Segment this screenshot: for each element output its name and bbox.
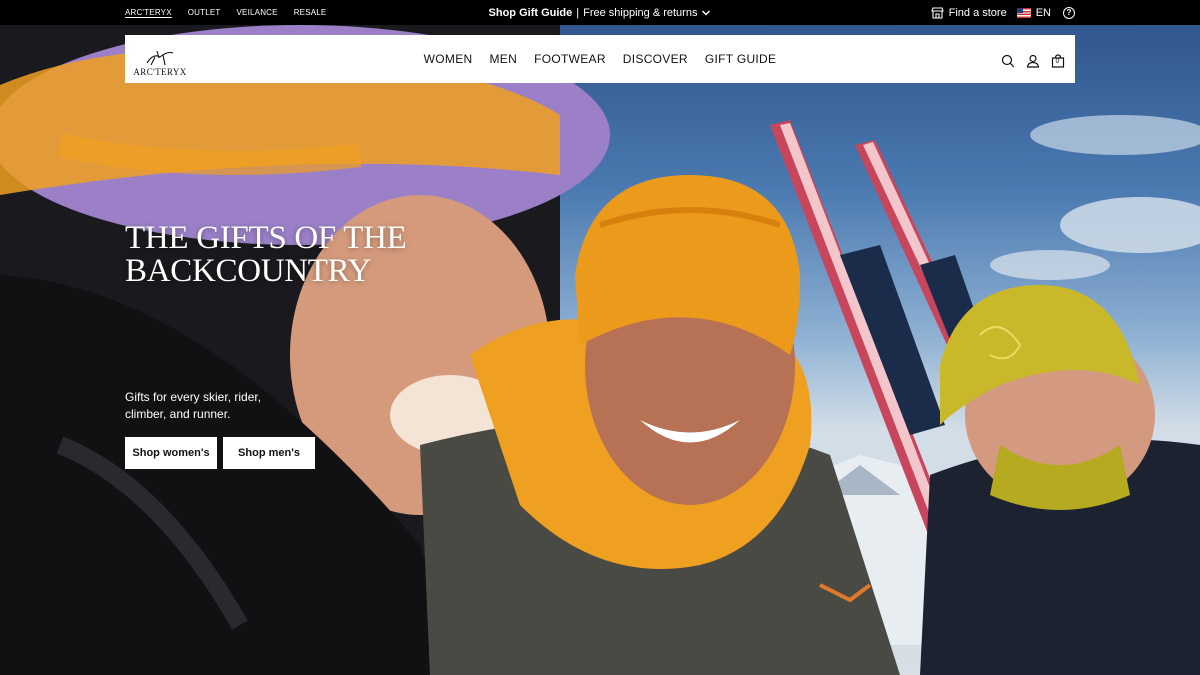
nav-item-men[interactable]: MEN xyxy=(489,52,517,66)
headline-line-1: THE GIFTS OF THE xyxy=(125,220,407,256)
find-store-label: Find a store xyxy=(948,6,1007,19)
hero-subtext: Gifts for every skier, rider, climber, a… xyxy=(125,390,262,421)
nav-item-women[interactable]: WOMEN xyxy=(424,52,473,66)
archaeopteryx-logo-icon xyxy=(146,50,174,66)
find-store-link[interactable]: Find a store xyxy=(930,6,1007,19)
store-icon xyxy=(930,6,944,19)
brand-link-resale[interactable]: RESALE xyxy=(294,8,327,17)
nav-item-footwear[interactable]: FOOTWEAR xyxy=(534,52,606,66)
cart-button[interactable]: 0 xyxy=(1050,54,1065,69)
brand-link-veilance[interactable]: VEILANCE xyxy=(237,8,278,17)
language-selector[interactable]: EN xyxy=(1016,6,1051,19)
brand-link-arcteryx[interactable]: ARC'TERYX xyxy=(125,8,172,17)
logo-wordmark: ARC'TERYX xyxy=(133,67,187,77)
hero-headline: THE GIFTS OF THE BACKCOUNTRY xyxy=(125,222,425,288)
cart-count: 0 xyxy=(1055,57,1060,65)
chevron-down-icon[interactable] xyxy=(701,8,711,18)
account-icon xyxy=(1026,54,1039,68)
brand-links: ARC'TERYX OUTLET VEILANCE RESALE xyxy=(125,0,326,25)
nav-item-gift-guide[interactable]: GIFT GUIDE xyxy=(705,52,776,66)
hero-photo xyxy=(0,25,1200,675)
promo-gift-guide-link[interactable]: Shop Gift Guide xyxy=(489,7,573,19)
search-button[interactable] xyxy=(1000,54,1015,69)
shop-men-button[interactable]: Shop men's xyxy=(223,437,315,469)
language-label: EN xyxy=(1035,6,1051,19)
nav-icons: 0 xyxy=(1000,35,1065,83)
us-flag-icon xyxy=(1016,7,1031,18)
main-navigation: ARC'TERYX WOMEN MEN FOOTWEAR DISCOVER GI… xyxy=(125,35,1075,83)
help-icon[interactable]: ? xyxy=(1063,6,1075,19)
account-button[interactable] xyxy=(1025,54,1040,69)
utility-links: Find a store EN ? xyxy=(930,0,1075,25)
nav-menu: WOMEN MEN FOOTWEAR DISCOVER GIFT GUIDE xyxy=(125,35,1075,83)
shop-women-button[interactable]: Shop women's xyxy=(125,437,217,469)
headline-line-2: BACKCOUNTRY xyxy=(125,253,372,289)
top-utility-bar: ARC'TERYX OUTLET VEILANCE RESALE Shop Gi… xyxy=(0,0,1200,25)
promo-separator: | xyxy=(576,6,580,19)
promo-dropdown[interactable]: Shop Gift Guide | Free shipping & return… xyxy=(489,7,712,19)
promo-shipping-text: Free shipping & returns xyxy=(583,6,698,19)
brand-link-outlet[interactable]: OUTLET xyxy=(188,8,221,17)
hero-banner xyxy=(0,25,1200,675)
arcteryx-logo[interactable]: ARC'TERYX xyxy=(133,41,187,77)
nav-item-discover[interactable]: DISCOVER xyxy=(623,52,688,66)
search-icon xyxy=(1001,54,1014,68)
